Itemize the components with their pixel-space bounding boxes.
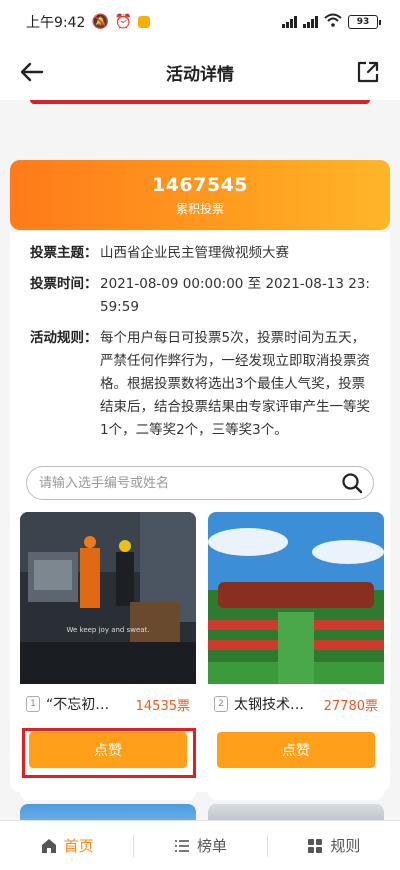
- entry-2-name: 太钢技术…: [234, 697, 304, 713]
- entry-2-meta: 2 太钢技术… 27780票: [208, 684, 384, 724]
- entry-1-name: “不忘初…: [46, 697, 110, 713]
- entry-1-thumbnail[interactable]: We keep joy and sweat.: [20, 512, 196, 684]
- back-arrow-icon[interactable]: [18, 58, 46, 86]
- tab-home[interactable]: 首页: [0, 821, 133, 870]
- nav-bar: 活动详情: [0, 44, 400, 100]
- entry-3-thumbnail[interactable]: [20, 804, 196, 820]
- bottom-tab-bar: 首页 榜单 规则: [0, 820, 400, 870]
- entry-1-like-button[interactable]: 点赞: [29, 732, 187, 768]
- status-right: 93: [282, 13, 381, 31]
- total-votes-number: 1467545: [151, 173, 249, 196]
- status-bar: 上午9:42 🔕 ⏰ 93: [0, 0, 400, 44]
- tab-rules-label: 规则: [330, 837, 361, 855]
- total-votes-card: 1467545 累积投票: [10, 160, 390, 230]
- entry-1-caption: We keep joy and sweat.: [66, 626, 149, 634]
- entry-1-meta: 1 “不忘初… 14535票: [20, 684, 196, 724]
- mute-icon: 🔕: [91, 14, 109, 30]
- rules-label: 活动规则：: [30, 330, 98, 346]
- entry-2-thumbnail[interactable]: [208, 512, 384, 684]
- time-label: 投票时间：: [30, 276, 98, 292]
- entry-2-like-button[interactable]: 点赞: [217, 732, 375, 768]
- entry-card-4[interactable]: [208, 804, 384, 820]
- time-value: 2021-08-09 00:00:00 至 2021-08-13 23:59:5…: [100, 276, 370, 315]
- search-icon[interactable]: [341, 472, 363, 494]
- status-left: 上午9:42 🔕 ⏰: [26, 12, 151, 32]
- tab-ranking-label: 榜单: [196, 837, 227, 855]
- wifi-icon: [324, 13, 342, 31]
- signal-2-icon: [303, 16, 318, 28]
- entry-2-index: 2: [214, 696, 228, 712]
- grid-icon: [308, 838, 323, 853]
- search-input[interactable]: [39, 475, 341, 491]
- entry-4-thumbnail[interactable]: [208, 804, 384, 820]
- time-row: 投票时间： 2021-08-09 00:00:00 至 2021-08-13 2…: [30, 273, 372, 319]
- tab-ranking[interactable]: 榜单: [133, 821, 266, 870]
- battery-icon: 93: [348, 15, 381, 29]
- signal-1-icon: [282, 16, 297, 28]
- banner-edge: [30, 100, 370, 104]
- page-title: 活动详情: [166, 64, 234, 85]
- theme-value: 山西省企业民主管理微视频大赛: [100, 245, 289, 261]
- share-icon[interactable]: [354, 58, 382, 86]
- tab-rules[interactable]: 规则: [266, 821, 400, 870]
- entry-1-votes: 14535票: [135, 698, 190, 714]
- entry-2-votes: 27780票: [323, 698, 378, 714]
- total-votes-label: 累积投票: [175, 201, 224, 216]
- home-icon: [41, 838, 56, 853]
- entry-card-1[interactable]: We keep joy and sweat. 1 “不忘初… 14535票 点赞: [20, 512, 196, 800]
- entry-1-index: 1: [26, 696, 40, 712]
- rules-value: 每个用户每日可投票5次，投票时间为五天，严禁任何作弊行为，一经发现立即取消投票资…: [100, 330, 370, 438]
- rules-row: 活动规则： 每个用户每日可投票5次，投票时间为五天，严禁任何作弊行为，一经发现立…: [30, 327, 372, 442]
- app-notification-icon: [138, 16, 151, 28]
- alarm-icon: ⏰: [114, 14, 133, 30]
- search-bar[interactable]: [26, 466, 374, 500]
- main-content[interactable]: 1467545 累积投票 投票主题： 山西省企业民主管理微视频大赛 投票时间： …: [0, 100, 400, 820]
- theme-label: 投票主题：: [30, 245, 98, 261]
- tab-home-label: 首页: [63, 837, 94, 855]
- entry-card-2[interactable]: 2 太钢技术… 27780票 点赞: [208, 512, 384, 800]
- status-time: 上午9:42: [26, 15, 86, 31]
- list-icon: [174, 839, 189, 852]
- theme-row: 投票主题： 山西省企业民主管理微视频大赛: [30, 242, 372, 265]
- entry-card-3[interactable]: [20, 804, 196, 820]
